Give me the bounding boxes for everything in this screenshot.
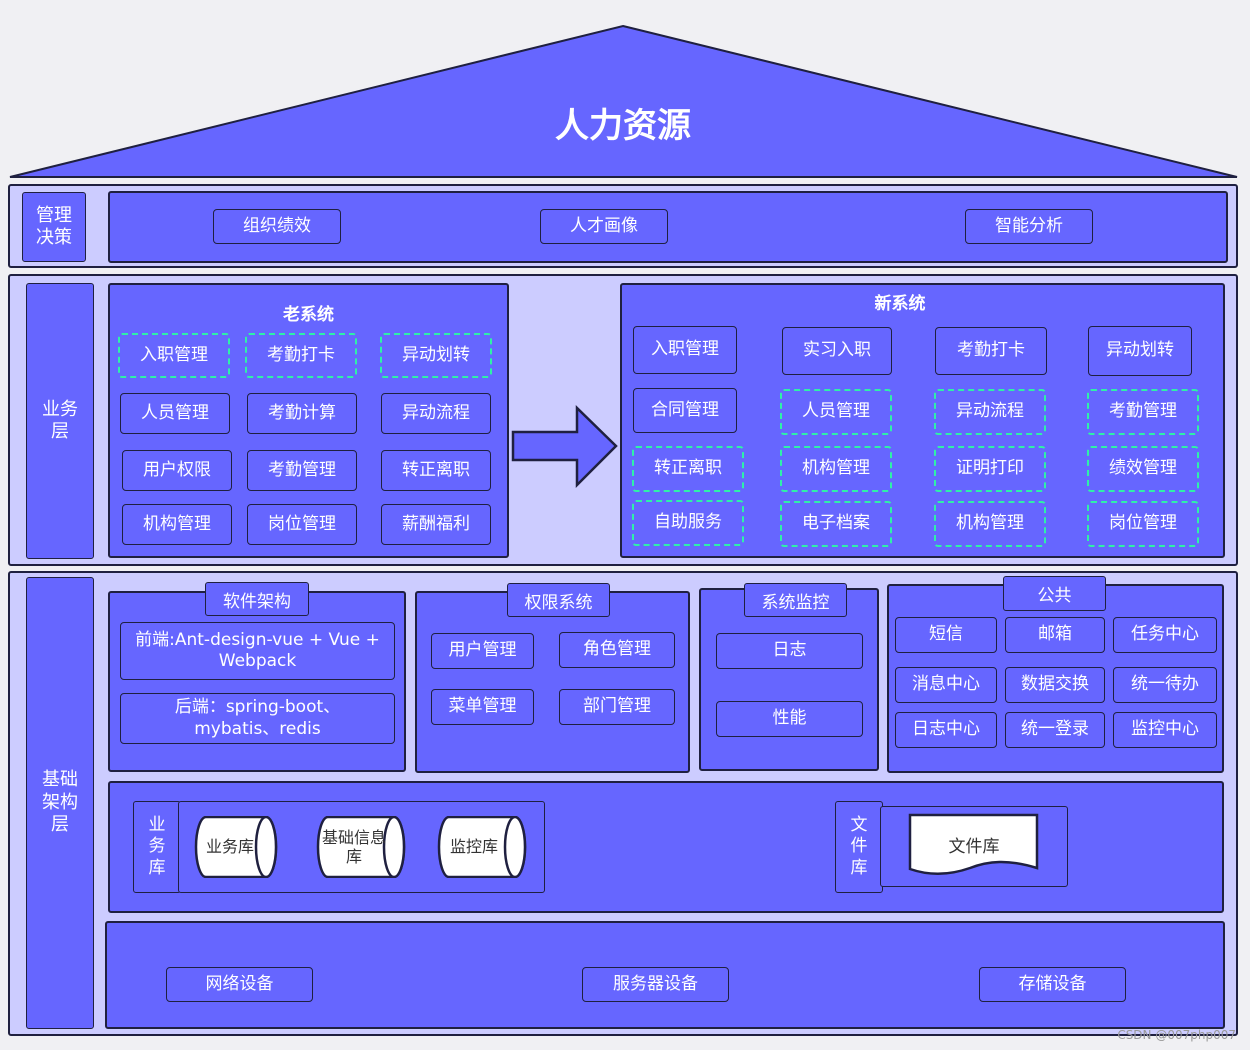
monitor-log[interactable]: 日志 xyxy=(716,633,863,669)
software-title: 软件架构 xyxy=(205,582,309,616)
old-item-salary-welfare[interactable]: 薪酬福利 xyxy=(381,504,491,545)
new-item-intern-onboarding[interactable]: 实习入职 xyxy=(782,327,892,375)
new-item-performance-mgmt[interactable]: 绩效管理 xyxy=(1087,446,1199,492)
new-item-position-mgmt[interactable]: 岗位管理 xyxy=(1087,501,1199,547)
old-item-attendance-calc[interactable]: 考勤计算 xyxy=(247,393,357,434)
new-item-attendance-clock[interactable]: 考勤打卡 xyxy=(935,327,1047,375)
roof xyxy=(9,24,1238,178)
old-item-onboarding[interactable]: 入职管理 xyxy=(118,333,230,378)
backend-stack: 后端：spring-boot、mybatis、redis xyxy=(120,693,395,744)
infrastructure-label: 基础 架构 层 xyxy=(26,577,94,1029)
common-log-center[interactable]: 日志中心 xyxy=(895,712,997,748)
roof-title: 人力资源 xyxy=(555,106,691,146)
common-unified-login[interactable]: 统一登录 xyxy=(1005,712,1105,748)
database-label: 业 务 库 xyxy=(133,801,181,893)
new-item-transfer[interactable]: 异动划转 xyxy=(1088,326,1192,376)
old-item-user-permission[interactable]: 用户权限 xyxy=(122,450,232,491)
common-title: 公共 xyxy=(1003,576,1106,611)
management-item-org-performance[interactable]: 组织绩效 xyxy=(213,209,341,244)
new-item-contract-mgmt[interactable]: 合同管理 xyxy=(633,388,737,433)
new-item-regular-leave[interactable]: 转正离职 xyxy=(632,446,744,492)
permission-panel xyxy=(415,591,690,773)
business-label: 业务 层 xyxy=(26,283,94,559)
new-item-org-mgmt[interactable]: 机构管理 xyxy=(780,446,892,492)
hardware-network[interactable]: 网络设备 xyxy=(166,967,313,1002)
old-item-personnel[interactable]: 人员管理 xyxy=(120,393,230,434)
old-item-regular-leave[interactable]: 转正离职 xyxy=(381,450,491,491)
old-item-position-mgmt[interactable]: 岗位管理 xyxy=(247,504,357,545)
new-item-org-mgmt-2[interactable]: 机构管理 xyxy=(934,501,1046,547)
filestore-label: 文 件 库 xyxy=(835,801,883,893)
business-db[interactable]: 业务库 xyxy=(194,816,284,878)
common-message-center[interactable]: 消息中心 xyxy=(895,667,997,703)
common-task-center[interactable]: 任务中心 xyxy=(1113,617,1217,653)
monitor-title: 系统监控 xyxy=(744,583,847,617)
common-unified-todo[interactable]: 统一待办 xyxy=(1113,667,1217,703)
frontend-stack: 前端:Ant-design-vue + Vue + Webpack xyxy=(120,622,395,680)
new-item-personnel[interactable]: 人员管理 xyxy=(780,389,892,435)
perm-role-mgmt[interactable]: 角色管理 xyxy=(559,632,675,668)
monitor-performance[interactable]: 性能 xyxy=(716,701,863,737)
old-system-title: 老系统 xyxy=(283,305,334,325)
old-item-attendance-clock[interactable]: 考勤打卡 xyxy=(245,333,357,378)
old-item-transfer[interactable]: 异动划转 xyxy=(380,333,492,378)
basic-info-db-label: 基础信息 库 xyxy=(321,827,386,866)
old-item-attendance-mgmt[interactable]: 考勤管理 xyxy=(247,450,357,491)
new-item-e-archive[interactable]: 电子档案 xyxy=(780,501,892,547)
perm-dept-mgmt[interactable]: 部门管理 xyxy=(559,689,675,725)
perm-user-mgmt[interactable]: 用户管理 xyxy=(431,633,534,669)
common-data-exchange[interactable]: 数据交换 xyxy=(1005,667,1105,703)
permission-title: 权限系统 xyxy=(507,583,610,617)
new-item-self-service[interactable]: 自助服务 xyxy=(632,500,744,546)
new-system-title: 新系统 xyxy=(874,294,926,314)
hardware-storage[interactable]: 存储设备 xyxy=(979,967,1126,1002)
old-item-change-flow[interactable]: 异动流程 xyxy=(381,393,491,434)
new-item-attendance-mgmt[interactable]: 考勤管理 xyxy=(1087,389,1199,435)
monitor-db-label: 监控库 xyxy=(449,837,498,857)
new-item-change-flow[interactable]: 异动流程 xyxy=(934,389,1046,435)
basic-info-db[interactable]: 基础信息 库 xyxy=(316,816,406,878)
new-item-certificate-print[interactable]: 证明打印 xyxy=(934,446,1046,492)
hardware-server[interactable]: 服务器设备 xyxy=(582,967,729,1002)
common-sms[interactable]: 短信 xyxy=(895,617,997,653)
management-item-smart-analysis[interactable]: 智能分析 xyxy=(965,209,1093,244)
software-panel xyxy=(108,591,406,772)
common-monitor-center[interactable]: 监控中心 xyxy=(1113,712,1217,748)
common-email[interactable]: 邮箱 xyxy=(1005,617,1105,653)
filestore-item-label: 文件库 xyxy=(948,837,1000,857)
watermark: CSDN @007php007 xyxy=(1117,1028,1236,1042)
perm-menu-mgmt[interactable]: 菜单管理 xyxy=(431,689,534,725)
old-item-org-mgmt[interactable]: 机构管理 xyxy=(122,504,232,545)
new-item-onboarding[interactable]: 入职管理 xyxy=(633,326,737,374)
monitor-db[interactable]: 监控库 xyxy=(437,816,527,878)
arrow-right-icon xyxy=(511,405,618,489)
business-db-label: 业务库 xyxy=(205,837,254,857)
management-label: 管理 决策 xyxy=(22,192,86,262)
management-item-talent-profile[interactable]: 人才画像 xyxy=(540,209,668,244)
